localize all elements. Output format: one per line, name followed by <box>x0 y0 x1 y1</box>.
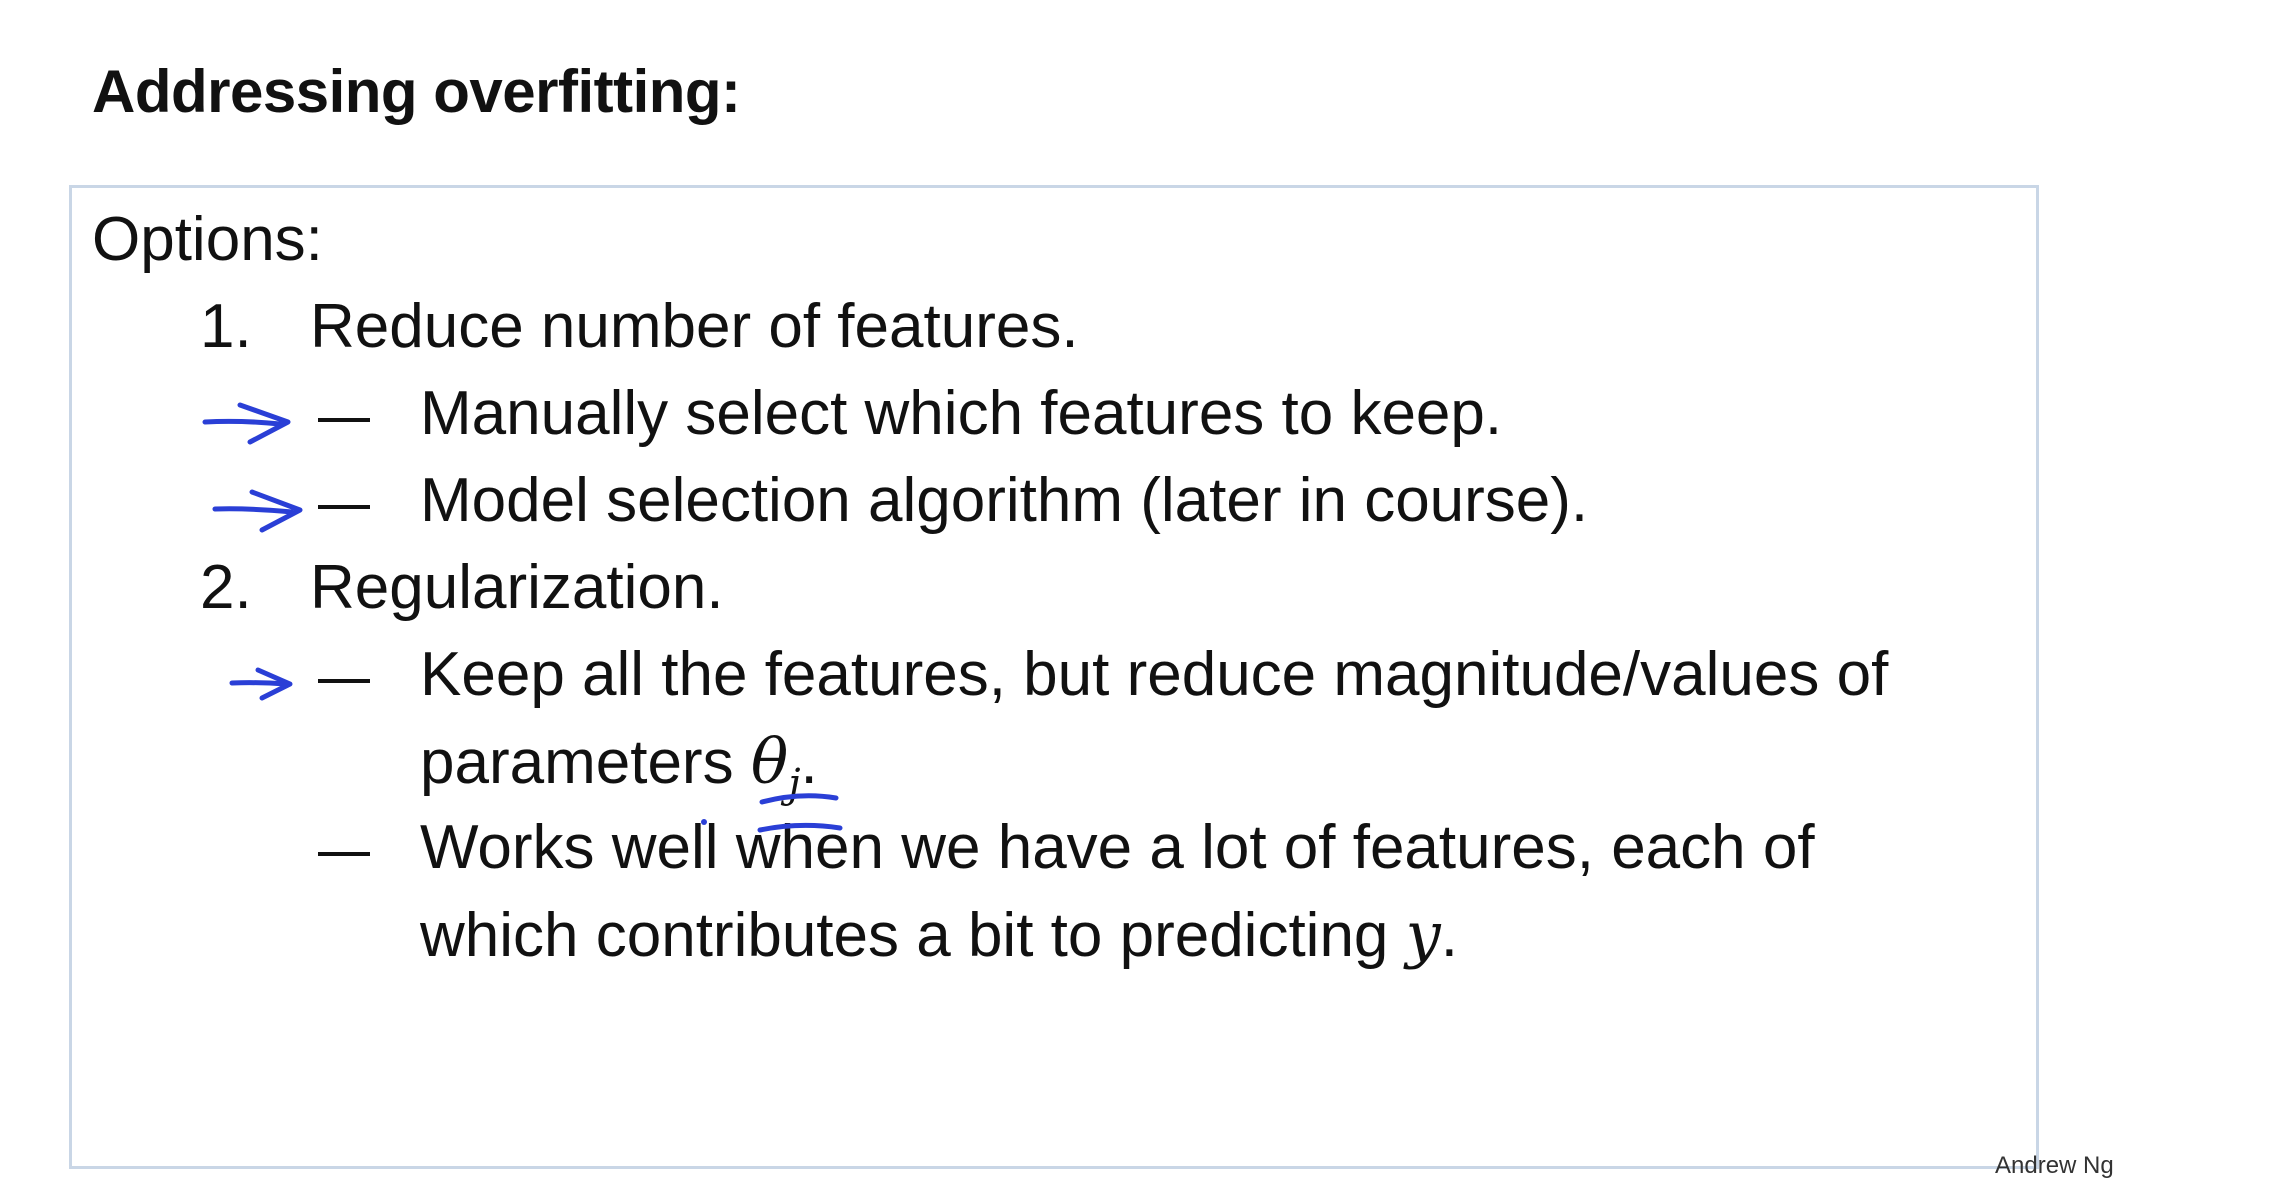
handwritten-annotations <box>202 402 843 833</box>
handwritten-underline <box>759 793 839 805</box>
handwritten-arrow-icon <box>212 489 303 533</box>
handwritten-arrow-icon <box>229 667 293 701</box>
handwritten-dot <box>701 819 707 825</box>
author-credit: Andrew Ng <box>1995 1152 2114 1179</box>
handwritten-arrow-icon <box>202 402 291 445</box>
handwritten-overline <box>757 822 843 833</box>
